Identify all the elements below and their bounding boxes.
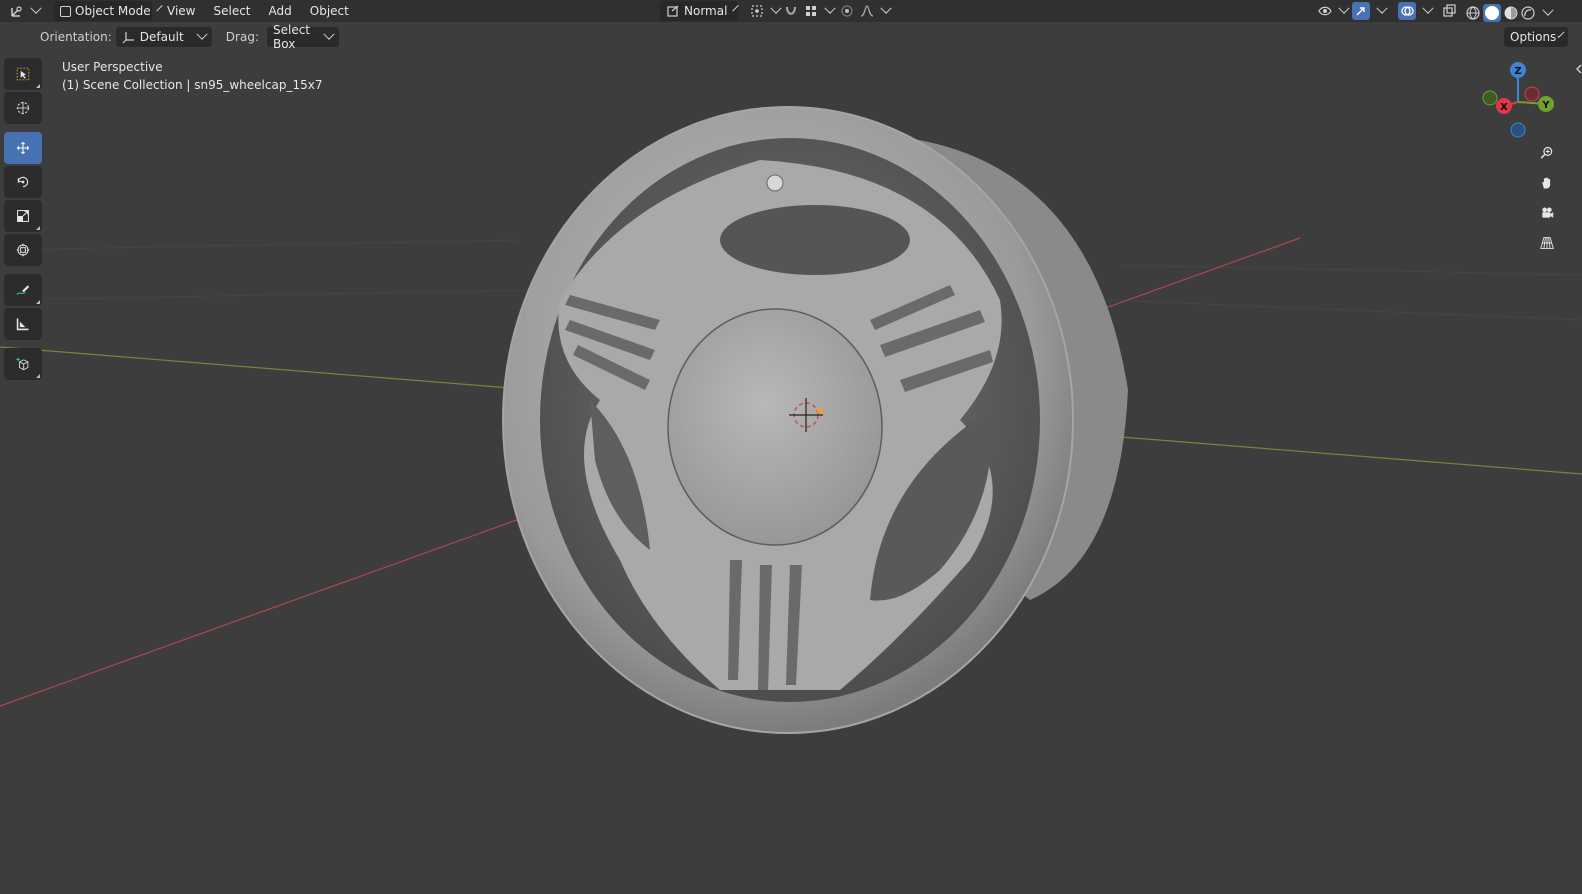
wireframe-shading-icon[interactable] <box>1466 6 1480 20</box>
camera-icon <box>1540 206 1554 220</box>
chevron-down-icon <box>1376 2 1388 14</box>
annotate-tool[interactable] <box>4 274 42 306</box>
camera-view-button[interactable] <box>1534 200 1560 226</box>
xray-toggle-button[interactable] <box>1436 1 1462 21</box>
chevron-down-icon <box>732 4 740 12</box>
gizmo-x-label: X <box>1500 102 1508 113</box>
transform-orientation-dropdown[interactable]: Normal <box>660 1 740 21</box>
shading-modes <box>1466 4 1554 22</box>
zoom-button[interactable] <box>1534 140 1560 166</box>
orientation-value: Default <box>139 30 184 44</box>
rotate-tool[interactable] <box>4 166 42 198</box>
overlays-toggle-button[interactable] <box>1392 1 1438 21</box>
menu-view[interactable]: View <box>158 4 204 18</box>
cursor-tool[interactable] <box>4 92 42 124</box>
orientation-field-label: Orientation: <box>40 30 112 44</box>
mode-dropdown[interactable]: Object Mode <box>54 1 163 21</box>
gizmo-toggle-button[interactable] <box>1346 1 1392 21</box>
collection-label: (1) Scene Collection | sn95_wheelcap_15x… <box>62 78 323 92</box>
editor-type-button[interactable] <box>4 1 46 21</box>
material-shading-icon[interactable] <box>1504 6 1518 20</box>
menu-select[interactable]: Select <box>204 4 259 18</box>
gizmo-z-label: Z <box>1514 66 1521 77</box>
zoom-magnifier-icon <box>1540 146 1554 160</box>
perspective-toggle-button[interactable] <box>1534 230 1560 256</box>
falloff-button[interactable] <box>854 1 896 21</box>
orientation-axes-icon <box>122 30 136 44</box>
eye-icon <box>1318 4 1332 18</box>
ruler-icon <box>16 317 30 331</box>
hand-icon <box>1540 176 1554 190</box>
drag-dropdown[interactable]: Select Box <box>266 23 339 51</box>
rendered-shading-icon[interactable] <box>1521 6 1535 20</box>
center-cap <box>667 308 883 546</box>
select-box-icon <box>16 67 30 81</box>
chevron-down-icon <box>196 28 208 40</box>
drag-field-label: Drag: <box>225 30 259 44</box>
transform-tool[interactable] <box>4 234 42 266</box>
3d-viewport[interactable]: User Perspective (1) Scene Collection | … <box>0 52 1582 894</box>
tool-settings-bar: Orientation: Default Drag: Select Box Op… <box>0 22 1582 52</box>
move-tool[interactable] <box>4 132 42 164</box>
cursor-icon <box>16 101 30 115</box>
valve-stem <box>766 174 784 192</box>
pencil-icon <box>16 283 30 297</box>
options-dropdown[interactable]: Options <box>1504 27 1568 47</box>
menu-add[interactable]: Add <box>260 4 301 18</box>
xray-icon <box>1442 4 1456 18</box>
gizmo-y-label: Y <box>1541 100 1550 111</box>
viewport-scene <box>0 106 1582 734</box>
move-arrows-icon <box>16 141 30 155</box>
rotate-icon <box>16 175 30 189</box>
viewport-header: Object Mode View Select Add Object Norma… <box>0 0 1582 22</box>
gizmo-x-axis[interactable]: X <box>1496 98 1512 114</box>
gizmo-y-axis[interactable]: Y <box>1538 96 1554 112</box>
mode-label: Object Mode <box>75 4 151 18</box>
sidebar-toggle[interactable] <box>1572 62 1582 80</box>
add-cube-icon <box>16 357 30 371</box>
orientation-dropdown[interactable]: Default <box>115 27 212 47</box>
grid-perspective-icon <box>1540 236 1554 250</box>
measure-tool[interactable] <box>4 308 42 340</box>
add-cube-tool[interactable] <box>4 348 42 380</box>
viewport-info: User Perspective (1) Scene Collection | … <box>62 58 322 94</box>
chevron-down-icon <box>880 2 892 14</box>
pivot-icon <box>750 4 764 18</box>
pan-button[interactable] <box>1534 170 1560 196</box>
chevron-left-icon <box>1572 62 1582 76</box>
snap-grid-icon <box>804 4 818 18</box>
magnet-icon <box>784 4 798 18</box>
perspective-label: User Perspective <box>62 60 163 74</box>
scale-tool[interactable] <box>4 200 42 232</box>
gizmo-icon <box>1352 2 1370 20</box>
tool-shelf <box>4 58 44 382</box>
gizmo-z-axis[interactable]: Z <box>1510 62 1526 78</box>
orientation-icon <box>666 4 680 18</box>
scale-icon <box>16 209 30 223</box>
chevron-down-icon[interactable] <box>1542 4 1554 16</box>
chevron-down-icon <box>30 2 42 14</box>
orientation-label: Normal <box>684 4 728 18</box>
drag-value: Select Box <box>272 23 311 51</box>
falloff-curve-icon <box>860 4 874 18</box>
proportional-edit-icon <box>840 4 854 18</box>
menu-object[interactable]: Object <box>301 4 358 18</box>
spoke-opening-top <box>720 205 910 275</box>
options-label: Options <box>1510 30 1557 44</box>
solid-shading-icon[interactable] <box>1483 4 1501 22</box>
chevron-down-icon <box>323 28 335 40</box>
select-box-tool[interactable] <box>4 58 42 90</box>
chevron-down-icon <box>1422 2 1434 14</box>
overlays-icon <box>1398 2 1416 20</box>
transform-icon <box>16 243 30 257</box>
object-mode-icon <box>60 4 71 18</box>
chevron-down-icon <box>1557 30 1565 38</box>
navigation-gizmo[interactable]: Z Y X <box>1478 60 1558 140</box>
axis-editor-icon <box>10 4 24 18</box>
